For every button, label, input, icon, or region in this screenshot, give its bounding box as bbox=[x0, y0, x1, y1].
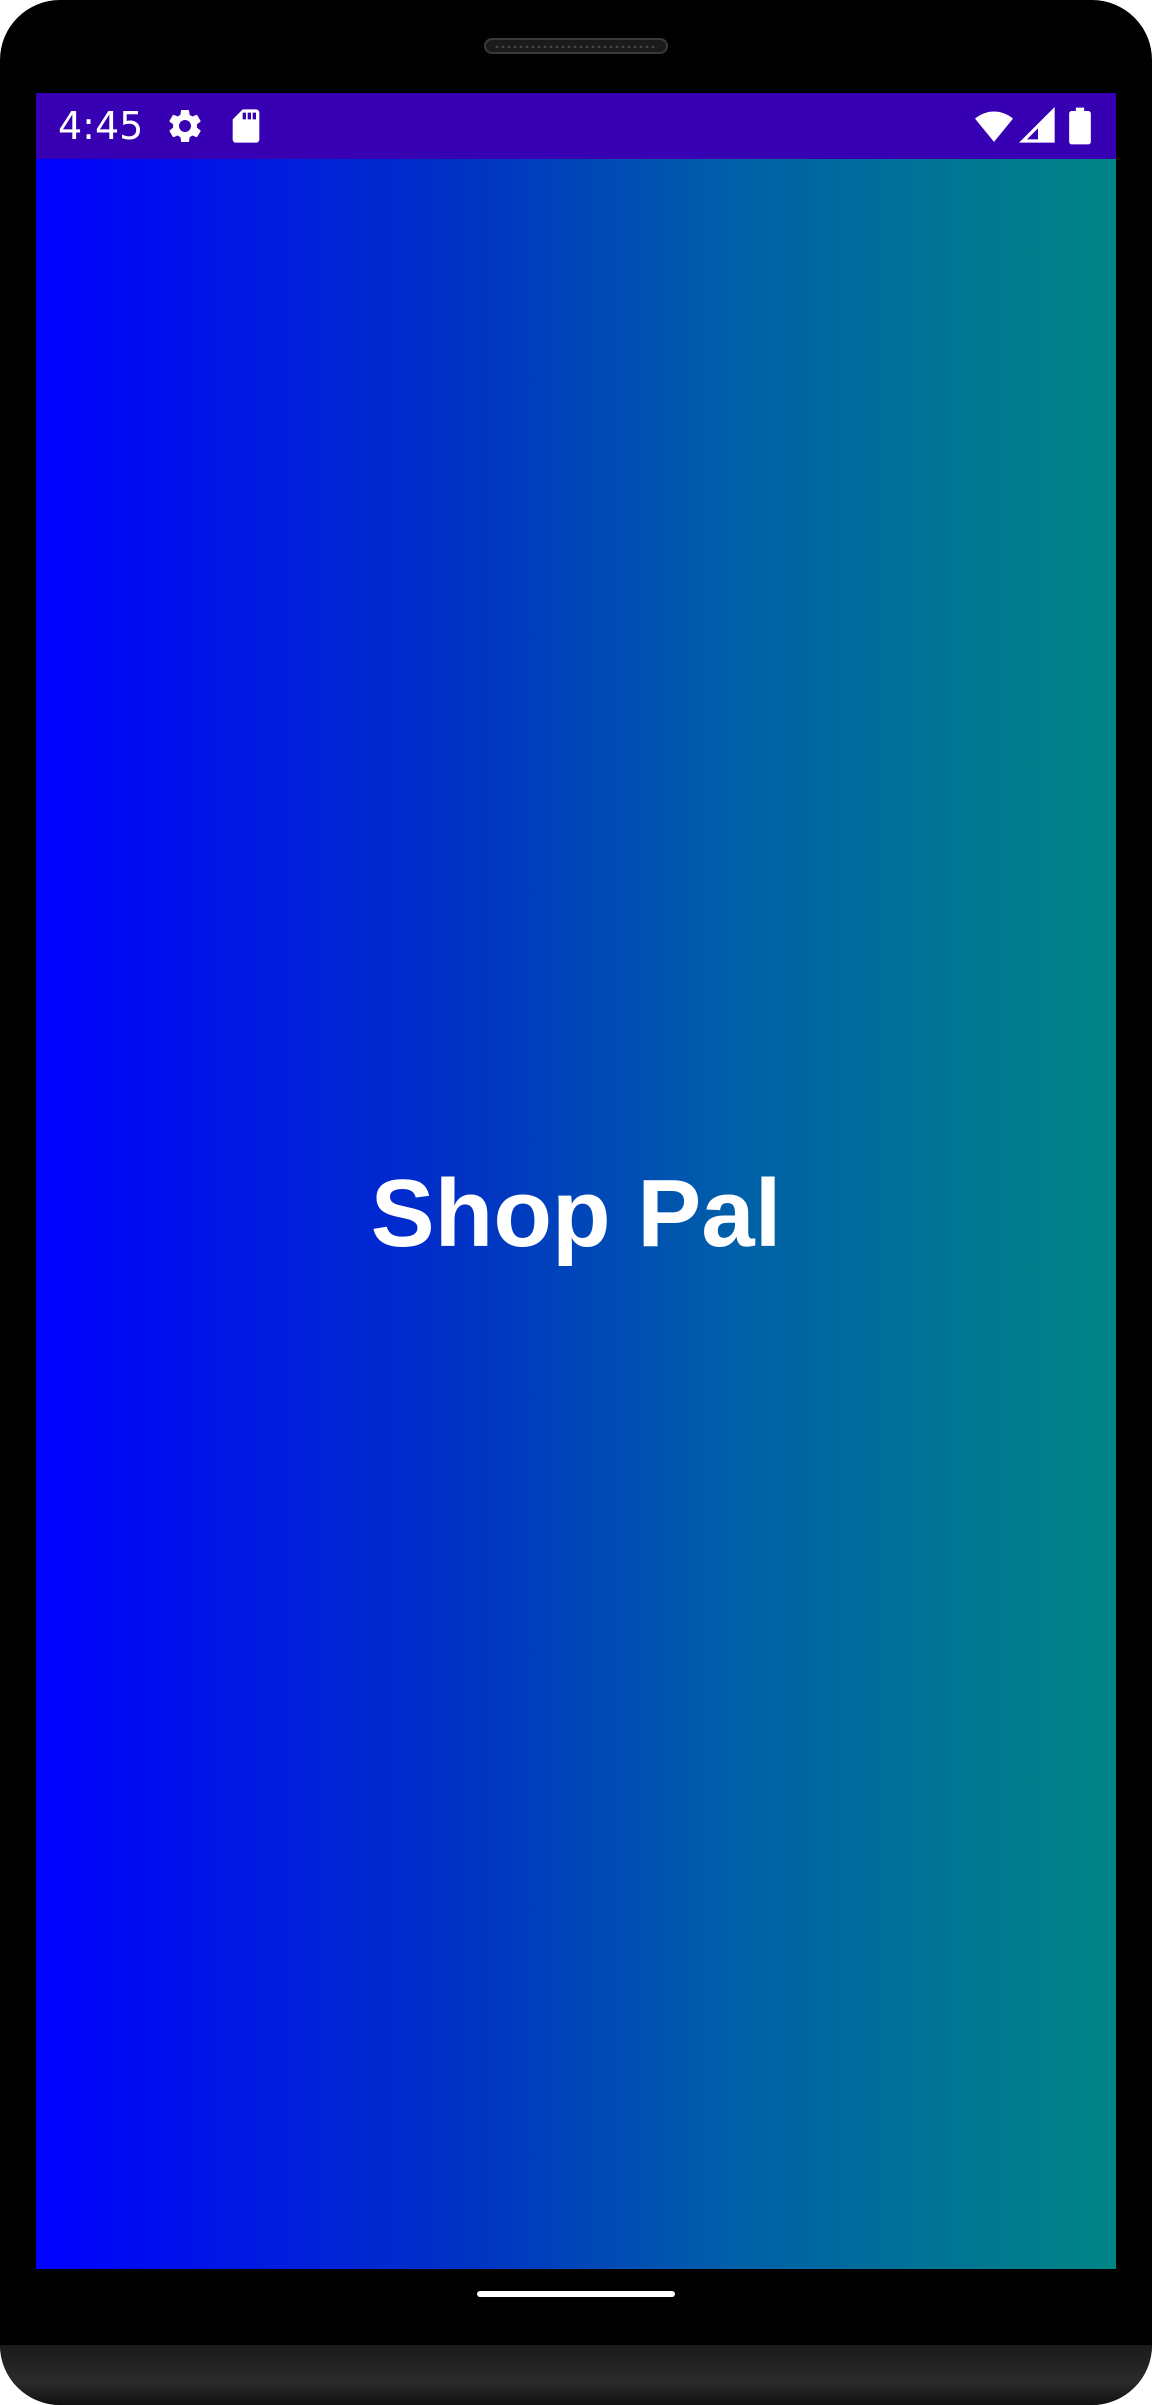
phone-frame: 4:45 Shop Pal bbox=[0, 0, 1152, 2405]
status-time: 4:45 bbox=[58, 104, 144, 148]
earpiece-speaker bbox=[484, 38, 668, 54]
sd-card-icon bbox=[226, 106, 266, 146]
wifi-icon bbox=[972, 106, 1016, 146]
gesture-nav-handle[interactable] bbox=[477, 2291, 675, 2297]
signal-icon bbox=[1018, 106, 1058, 146]
settings-icon bbox=[165, 106, 205, 146]
battery-icon bbox=[1066, 106, 1094, 146]
app-title: Shop Pal bbox=[370, 1160, 782, 1267]
status-bar: 4:45 bbox=[36, 93, 1116, 159]
phone-chin bbox=[0, 2345, 1152, 2405]
screen: 4:45 Shop Pal bbox=[36, 93, 1116, 2269]
splash-screen: Shop Pal bbox=[36, 159, 1116, 2269]
